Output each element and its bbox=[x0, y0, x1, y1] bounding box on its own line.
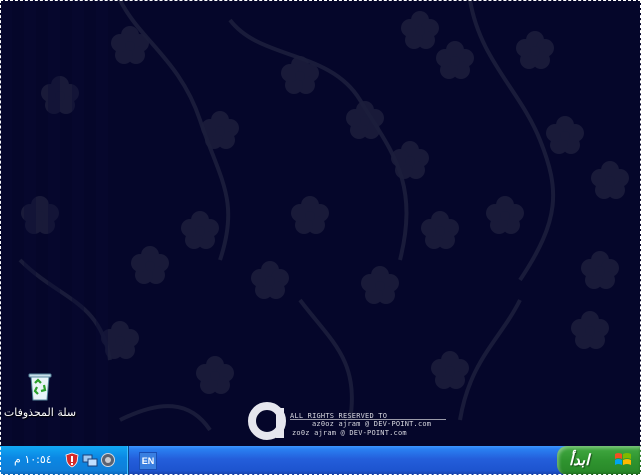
desktop[interactable]: سلة المحذوفات ALL RIGHTS RESERVED TO az0… bbox=[0, 0, 641, 446]
start-label: ابدأ bbox=[569, 451, 590, 469]
windows-logo-icon bbox=[615, 453, 631, 465]
speaker-icon[interactable] bbox=[100, 452, 116, 468]
recycle-bin-shortcut[interactable]: سلة المحذوفات bbox=[2, 372, 78, 419]
security-shield-icon[interactable] bbox=[64, 452, 80, 468]
tray-clock[interactable]: ١٠:٥٤ م bbox=[14, 453, 52, 466]
wallpaper-logo: ALL RIGHTS RESERVED TO az0oz ajram @ DEV… bbox=[244, 398, 454, 444]
logo-credit-line-2: zo0z ajram @ DEV-POINT.com bbox=[292, 429, 407, 437]
language-indicator[interactable]: EN bbox=[139, 452, 157, 470]
system-tray: ١٠:٥٤ م bbox=[0, 446, 129, 475]
recycle-bin-label: سلة المحذوفات bbox=[3, 406, 77, 419]
network-icon[interactable] bbox=[82, 452, 98, 468]
taskbar[interactable]: ١٠:٥٤ م EN ابدأ bbox=[0, 446, 641, 475]
logo-a-mark bbox=[248, 402, 286, 440]
start-button[interactable]: ابدأ bbox=[557, 446, 641, 475]
logo-rights-text: ALL RIGHTS RESERVED TO bbox=[290, 412, 388, 420]
recycle-bin-icon bbox=[28, 373, 52, 401]
logo-credit-line-1: az0oz ajram @ DEV-POINT.com bbox=[312, 420, 432, 428]
wallpaper-pattern bbox=[0, 0, 629, 446]
